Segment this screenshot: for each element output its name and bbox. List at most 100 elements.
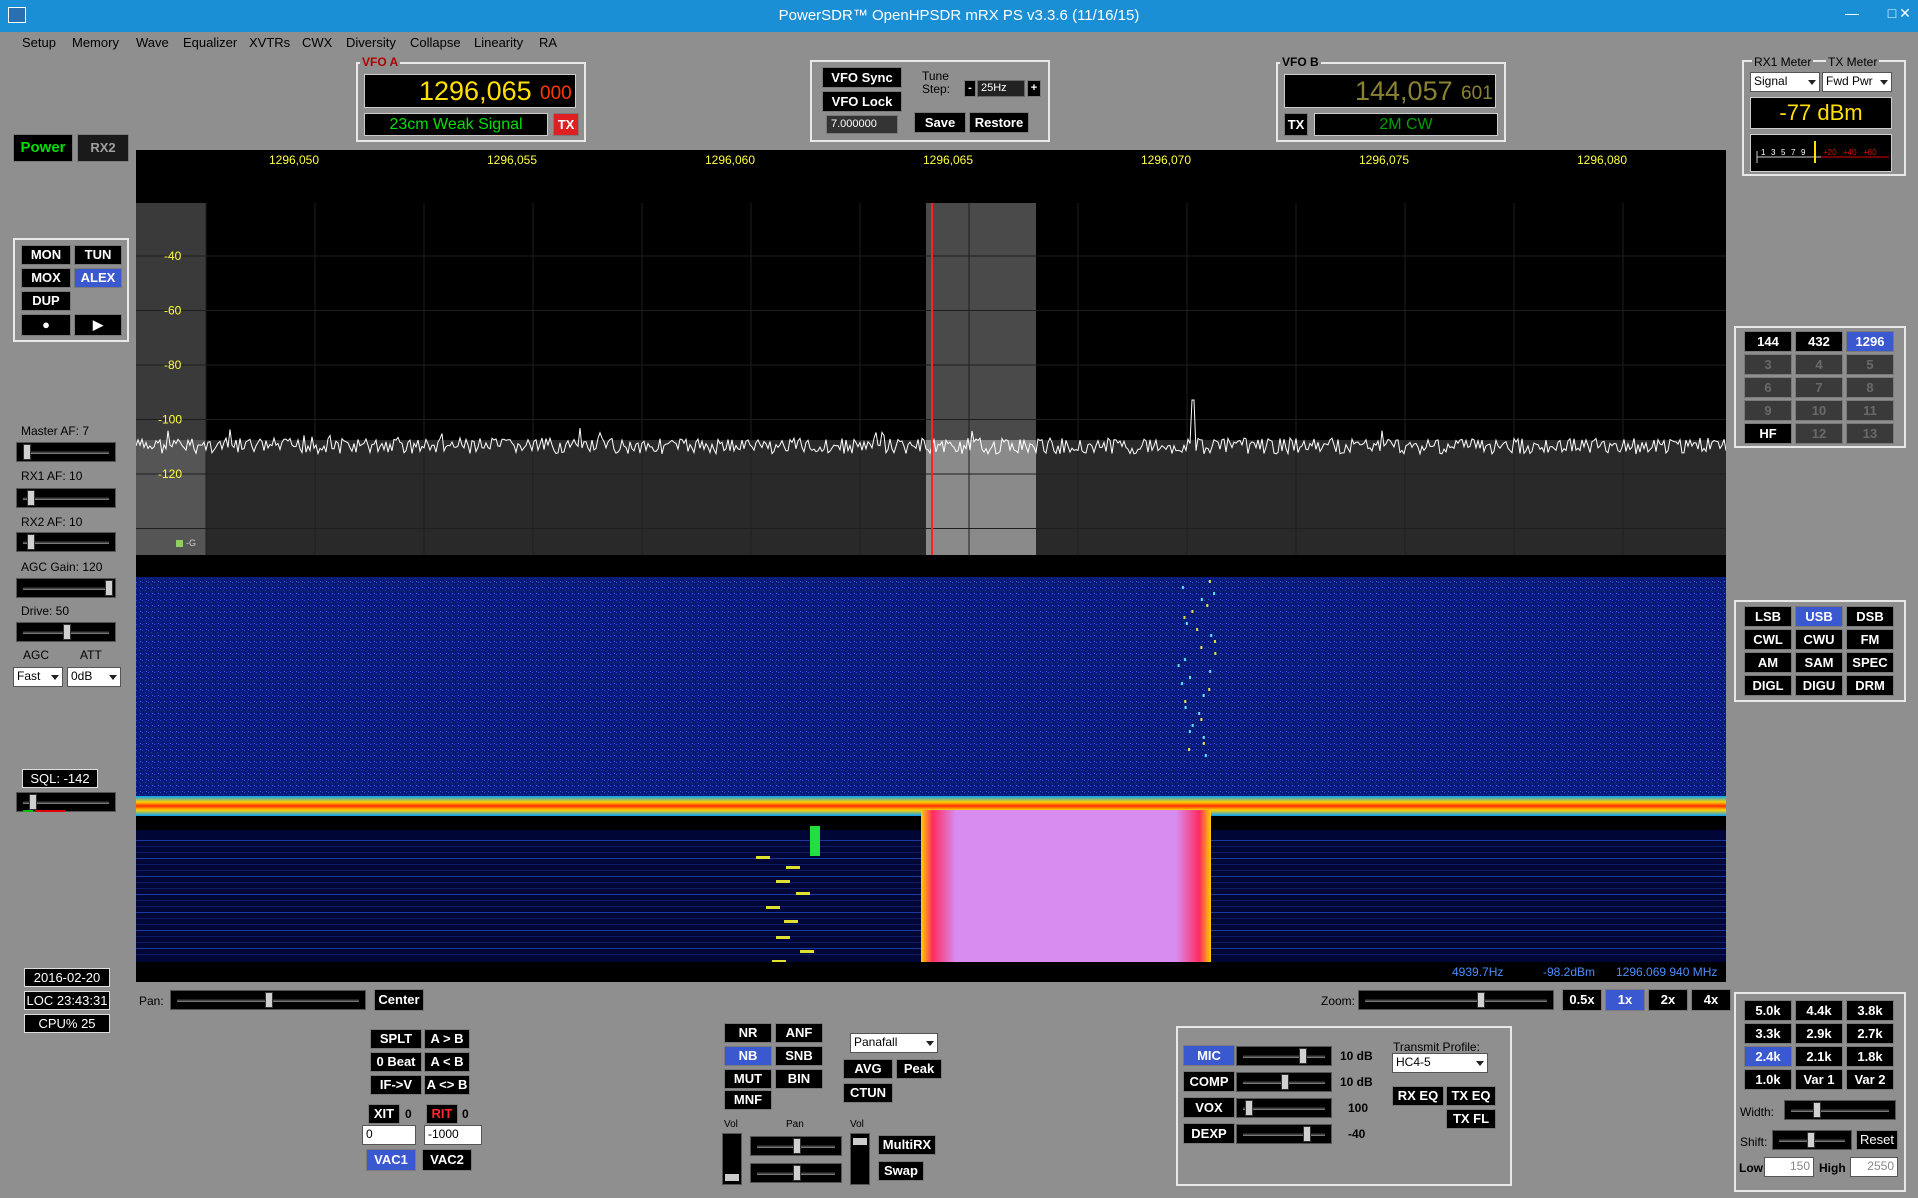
vox-button[interactable]: VOX — [1183, 1097, 1235, 1118]
zoom-4x-button[interactable]: 4x — [1691, 989, 1731, 1011]
mode-button-am[interactable]: AM — [1744, 652, 1792, 673]
band-button-10[interactable]: 10 — [1795, 400, 1843, 421]
comp-button[interactable]: COMP — [1183, 1071, 1235, 1092]
mnf-button[interactable]: MNF — [724, 1090, 772, 1110]
vfo-lock-button[interactable]: VFO Lock — [822, 91, 902, 112]
mode-button-usb[interactable]: USB — [1795, 606, 1843, 627]
xit-button[interactable]: XIT — [368, 1104, 400, 1124]
high-input[interactable]: 2550 — [1850, 1157, 1898, 1177]
band-button-144[interactable]: 144 — [1744, 331, 1792, 352]
rx-eq-button[interactable]: RX EQ — [1392, 1086, 1444, 1106]
band-button-432[interactable]: 432 — [1795, 331, 1843, 352]
panadapter-svg[interactable]: 1296,050 1296,055 1296,060 1296,065 1296,070… — [135, 150, 1727, 982]
agc-gain-slider[interactable] — [16, 578, 116, 598]
mode-button-digl[interactable]: DIGL — [1744, 675, 1792, 696]
freq-input[interactable]: 7.000000 — [826, 115, 898, 134]
vfo-a-tx-button[interactable]: TX — [553, 113, 579, 136]
ctun-button[interactable]: CTUN — [843, 1083, 893, 1103]
filter-button-var-1[interactable]: Var 1 — [1795, 1069, 1843, 1090]
vol2-slider[interactable] — [850, 1133, 870, 1185]
menu-equalizer[interactable]: Equalizer — [183, 35, 237, 50]
band-button-13[interactable]: 13 — [1846, 423, 1894, 444]
filter-reset-button[interactable]: Reset — [1856, 1130, 1898, 1150]
tx-fl-button[interactable]: TX FL — [1446, 1109, 1496, 1129]
tx-eq-button[interactable]: TX EQ — [1446, 1086, 1496, 1106]
nb-button[interactable]: NB — [724, 1046, 772, 1066]
center-button[interactable]: Center — [374, 989, 424, 1011]
b-to-a-button[interactable]: A < B — [424, 1052, 470, 1072]
band-button-6[interactable]: 6 — [1744, 377, 1792, 398]
filter-button-var-2[interactable]: Var 2 — [1846, 1069, 1894, 1090]
mode-button-drm[interactable]: DRM — [1846, 675, 1894, 696]
mode-button-cwl[interactable]: CWL — [1744, 629, 1792, 650]
save-button[interactable]: Save — [914, 112, 966, 133]
record-button[interactable]: ● — [21, 314, 71, 336]
tune-step-minus[interactable]: - — [964, 80, 976, 97]
mode-button-fm[interactable]: FM — [1846, 629, 1894, 650]
avg-button[interactable]: AVG — [843, 1059, 893, 1079]
filter-button-2-9k[interactable]: 2.9k — [1795, 1023, 1843, 1044]
vol-slider[interactable] — [722, 1133, 742, 1185]
anf-button[interactable]: ANF — [775, 1023, 823, 1043]
split-button[interactable]: SPLT — [370, 1029, 422, 1049]
mon-button[interactable]: MON — [21, 245, 71, 265]
filter-button-2-4k[interactable]: 2.4k — [1744, 1046, 1792, 1067]
menu-setup[interactable]: Setup — [22, 35, 56, 50]
mute-button[interactable]: MUT — [724, 1069, 772, 1089]
vac1-button[interactable]: VAC1 — [366, 1149, 416, 1171]
multirx-button[interactable]: MultiRX — [878, 1135, 936, 1155]
dup-button[interactable]: DUP — [21, 291, 71, 311]
minimize-button[interactable]: — — [1832, 2, 1872, 26]
band-button-8[interactable]: 8 — [1846, 377, 1894, 398]
low-input[interactable]: 150 — [1764, 1157, 1814, 1177]
mode-button-sam[interactable]: SAM — [1795, 652, 1843, 673]
restore-button[interactable]: Restore — [969, 112, 1029, 133]
band-button-7[interactable]: 7 — [1795, 377, 1843, 398]
zero-beat-button[interactable]: 0 Beat — [370, 1052, 422, 1072]
menu-wave[interactable]: Wave — [136, 35, 169, 50]
pan-slider[interactable] — [170, 990, 366, 1010]
transmit-profile-select[interactable]: HC4-5 — [1392, 1053, 1488, 1073]
rit-button[interactable]: RIT — [426, 1104, 458, 1124]
swap-button[interactable]: Swap — [878, 1161, 924, 1181]
peak-button[interactable]: Peak — [896, 1059, 942, 1079]
if-to-v-button[interactable]: IF->V — [370, 1075, 422, 1095]
band-button-4[interactable]: 4 — [1795, 354, 1843, 375]
tune-step-plus[interactable]: + — [1027, 80, 1041, 97]
width-slider[interactable] — [1784, 1100, 1896, 1120]
filter-button-4-4k[interactable]: 4.4k — [1795, 1000, 1843, 1021]
rx2-af-slider[interactable] — [16, 532, 116, 552]
zoom-slider[interactable] — [1358, 990, 1554, 1010]
zoom-1x-button[interactable]: 1x — [1605, 989, 1645, 1011]
vfo-b-tx-button[interactable]: TX — [1284, 113, 1308, 136]
filter-button-1-8k[interactable]: 1.8k — [1846, 1046, 1894, 1067]
filter-button-5-0k[interactable]: 5.0k — [1744, 1000, 1792, 1021]
menu-diversity[interactable]: Diversity — [346, 35, 396, 50]
mic-slider[interactable] — [1236, 1046, 1332, 1066]
menu-xvtrs[interactable]: XVTRs — [249, 35, 290, 50]
mode-button-digu[interactable]: DIGU — [1795, 675, 1843, 696]
menu-ra[interactable]: RA — [539, 35, 557, 50]
close-button[interactable]: ✕ — [1892, 2, 1918, 26]
band-button-1296[interactable]: 1296 — [1846, 331, 1894, 352]
band-button-3[interactable]: 3 — [1744, 354, 1792, 375]
rx2-pan-slider[interactable] — [750, 1163, 842, 1183]
vfo-a-display[interactable]: 1296,065 000 — [364, 74, 576, 108]
master-af-slider[interactable] — [16, 442, 116, 462]
agc-select[interactable]: Fast — [13, 667, 63, 687]
mode-button-spec[interactable]: SPEC — [1846, 652, 1894, 673]
a-to-b-button[interactable]: A > B — [424, 1029, 470, 1049]
tx-meter-select[interactable]: Fwd Pwr — [1822, 72, 1892, 92]
drive-slider[interactable] — [16, 622, 116, 642]
band-button-12[interactable]: 12 — [1795, 423, 1843, 444]
menu-linearity[interactable]: Linearity — [474, 35, 523, 50]
mode-button-cwu[interactable]: CWU — [1795, 629, 1843, 650]
vox-slider[interactable] — [1236, 1098, 1332, 1118]
att-select[interactable]: 0dB — [67, 667, 121, 687]
menu-cwx[interactable]: CWX — [302, 35, 332, 50]
band-button-9[interactable]: 9 — [1744, 400, 1792, 421]
nr-button[interactable]: NR — [724, 1023, 772, 1043]
rx1-meter-select[interactable]: Signal — [1750, 72, 1820, 92]
zoom-2x-button[interactable]: 2x — [1648, 989, 1688, 1011]
vac2-button[interactable]: VAC2 — [422, 1149, 472, 1171]
